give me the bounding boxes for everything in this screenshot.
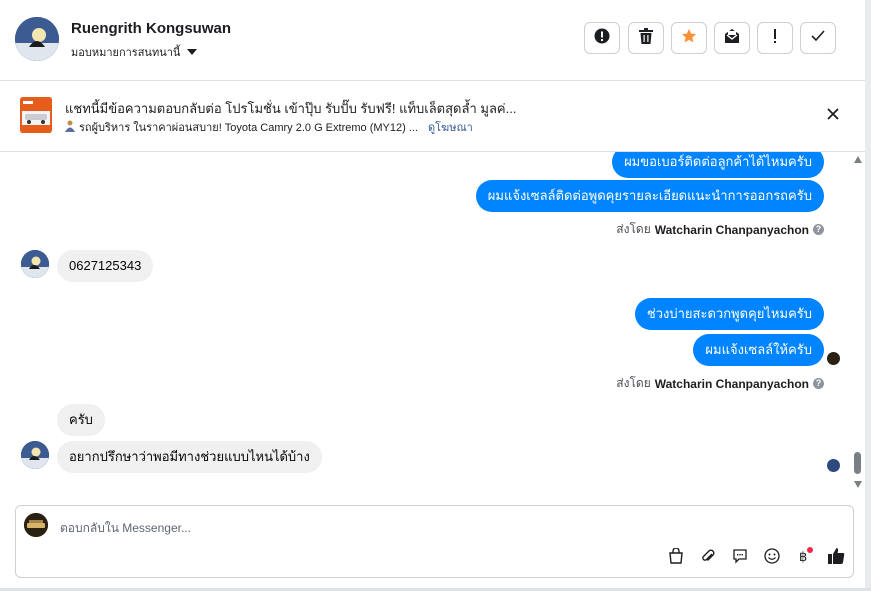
like-icon xyxy=(827,547,845,570)
close-icon xyxy=(827,107,839,125)
attach-button[interactable] xyxy=(696,546,720,570)
contact-avatar-small xyxy=(21,250,49,278)
person-icon xyxy=(65,120,75,135)
saved-reply-button[interactable] xyxy=(728,546,752,570)
message-bubble-outgoing: ผมแจ้งเซลล์ให้ครับ xyxy=(693,334,824,366)
scrollbar-thumb[interactable] xyxy=(854,452,861,474)
sent-by-label: ส่งโดย Watcharin Chanpanyachon ? xyxy=(616,220,824,239)
star-button[interactable] xyxy=(671,22,707,54)
star-icon xyxy=(681,28,697,49)
composer-toolbar: ฿ xyxy=(664,546,848,570)
reply-input[interactable]: ตอบกลับใน Messenger... xyxy=(60,519,191,538)
follow-up-icon xyxy=(772,28,778,49)
thread-scrollbar[interactable] xyxy=(851,152,865,497)
saved-reply-icon xyxy=(732,548,748,569)
info-icon[interactable]: ? xyxy=(813,378,824,389)
mark-unread-button[interactable] xyxy=(714,22,750,54)
contact-name[interactable]: Ruengrith Kongsuwan xyxy=(71,20,231,37)
svg-text:฿: ฿ xyxy=(799,550,807,564)
delete-button[interactable] xyxy=(628,22,664,54)
ad-context-banner: แชทนี้มีข้อความตอบกลับต่อ โปรโมชั่น เข้า… xyxy=(0,81,865,152)
conversation-header: Ruengrith Kongsuwan มอบหมายการสนทนานี้ xyxy=(0,0,865,81)
read-receipt-avatar xyxy=(827,459,840,472)
spam-icon xyxy=(594,28,610,49)
follow-up-button[interactable] xyxy=(757,22,793,54)
trash-icon xyxy=(639,27,653,49)
message-bubble-outgoing: ผมแจ้งเซลล์ติดต่อพูดคุยรายละเอียดแนะนำกา… xyxy=(475,180,824,212)
caret-down-icon xyxy=(187,49,198,55)
view-ad-link[interactable]: ดูโฆษณา xyxy=(428,118,473,136)
ad-title: แชทนี้มีข้อความตอบกลับต่อ โปรโมชั่น เข้า… xyxy=(65,101,517,116)
assign-conversation-dropdown[interactable]: มอบหมายการสนทนานี้ xyxy=(71,43,198,61)
ad-thumbnail[interactable] xyxy=(20,97,52,133)
sent-by-label: ส่งโดย Watcharin Chanpanyachon ? xyxy=(616,374,824,393)
contact-avatar-small xyxy=(21,441,49,469)
paperclip-icon xyxy=(700,548,716,569)
bag-icon xyxy=(668,546,684,569)
shop-button[interactable] xyxy=(664,546,688,570)
notification-dot xyxy=(807,547,813,553)
seen-by-avatar xyxy=(827,352,840,365)
message-bubble-outgoing: ช่วงบ่ายสะดวกพูดคุยไหมครับ xyxy=(634,298,824,330)
sent-by-prefix: ส่งโดย xyxy=(616,376,651,390)
payment-button[interactable]: ฿ xyxy=(792,546,816,570)
ad-subtitle-row: รถผู้บริหาร ในราคาผ่อนสบาย! Toyota Camry… xyxy=(65,118,473,136)
close-ad-button[interactable] xyxy=(822,105,844,127)
checkmark-icon xyxy=(811,29,825,47)
message-bubble-incoming: อยากปรึกษาว่าพอมีทางช่วยแบบไหนได้บ้าง xyxy=(57,441,322,473)
message-bubble-incoming: ครับ xyxy=(57,404,105,436)
info-icon[interactable]: ? xyxy=(813,224,824,235)
like-button[interactable] xyxy=(824,546,848,570)
sender-name: Watcharin Chanpanyachon xyxy=(654,376,809,391)
message-bubble-incoming: 0627125343 xyxy=(57,250,154,282)
scroll-up-arrow-icon[interactable] xyxy=(854,156,862,163)
assign-label: มอบหมายการสนทนานี้ xyxy=(71,47,181,59)
sender-name: Watcharin Chanpanyachon xyxy=(654,222,809,237)
message-bubble-outgoing: ผมขอเบอร์ติดต่อลูกค้าได้ไหมครับ xyxy=(612,152,824,178)
window-edge xyxy=(865,0,871,591)
mark-unread-icon xyxy=(724,28,740,49)
reply-composer: ตอบกลับใน Messenger... ฿ xyxy=(15,505,854,578)
spam-button[interactable] xyxy=(584,22,620,54)
contact-avatar[interactable] xyxy=(15,17,59,61)
scroll-down-arrow-icon[interactable] xyxy=(854,481,862,488)
message-thread: ผมขอเบอร์ติดต่อลูกค้าได้ไหมครับ ผมแจ้งเซ… xyxy=(0,152,865,497)
page-avatar xyxy=(24,513,48,537)
sent-by-prefix: ส่งโดย xyxy=(616,222,651,236)
mark-done-button[interactable] xyxy=(800,22,836,54)
emoji-button[interactable] xyxy=(760,546,784,570)
emoji-icon xyxy=(764,547,780,569)
ad-subtitle: รถผู้บริหาร ในราคาผ่อนสบาย! Toyota Camry… xyxy=(79,122,418,134)
